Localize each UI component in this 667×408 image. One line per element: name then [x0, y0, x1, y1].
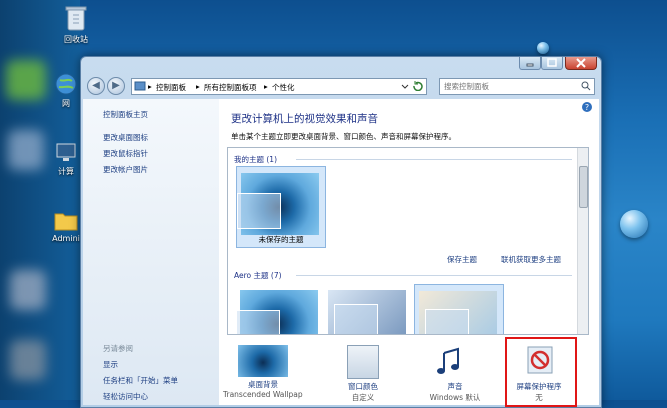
- breadcrumb-control-panel[interactable]: 控制面板: [156, 82, 186, 93]
- personalization-window: ◀ ▶ ▸ 控制面板 ▸ 所有控制面板项 ▸ 个性化 控制面板主页 更改桌面图标…: [80, 56, 602, 408]
- svg-text:?: ?: [585, 103, 589, 112]
- theme-unsaved[interactable]: 未保存的主题: [236, 166, 326, 248]
- taskbar-start-menu-link[interactable]: 任务栏和「开始」菜单: [103, 375, 178, 386]
- see-also-heading: 另请参阅: [103, 344, 133, 353]
- desktop-icon-label: 回收站: [64, 35, 88, 44]
- water-drop-decoration: [537, 42, 549, 54]
- display-link[interactable]: 显示: [103, 359, 118, 370]
- desktop-blur: [10, 340, 46, 380]
- setting-label: 窗口颜色: [348, 382, 378, 391]
- theme-settings-row: 桌面背景 Transcended Wallpaper 窗口颜色 自定义 声音 W…: [219, 335, 599, 407]
- theme-aero-2[interactable]: [324, 284, 412, 334]
- desktop-icon-label: 网: [62, 99, 70, 108]
- music-notes-icon: [437, 347, 459, 374]
- desktop-icon-computer[interactable]: 计算: [50, 142, 82, 177]
- aero-themes-label: Aero 主题 (7): [234, 271, 282, 280]
- ease-of-access-link[interactable]: 轻松访问中心: [103, 391, 148, 402]
- forward-arrow-icon: ▶: [112, 80, 120, 91]
- globe-icon: [55, 73, 77, 95]
- setting-value: Transcended Wallpaper: [223, 390, 303, 399]
- theme-glass-overlay: [237, 193, 281, 229]
- folder-icon: [54, 213, 78, 231]
- get-more-themes-link[interactable]: 联机获取更多主题: [501, 254, 561, 265]
- maximize-icon: [547, 58, 557, 67]
- title-bar[interactable]: [81, 57, 601, 70]
- minimize-icon: [526, 63, 534, 67]
- close-icon: [576, 58, 586, 68]
- window-color-setting[interactable]: 窗口颜色 自定义: [323, 345, 403, 403]
- theme-glass-overlay: [334, 304, 378, 334]
- back-arrow-icon: ◀: [92, 80, 100, 91]
- search-box[interactable]: [439, 78, 595, 95]
- help-icon[interactable]: ?: [581, 101, 593, 113]
- desktop-icon-label: 计算: [58, 167, 74, 176]
- refresh-icon[interactable]: [412, 81, 424, 91]
- my-themes-label: 我的主题 (1): [234, 155, 278, 164]
- theme-label: 未保存的主题: [258, 235, 304, 244]
- navigation-bar: ◀ ▶ ▸ 控制面板 ▸ 所有控制面板项 ▸ 个性化: [85, 75, 597, 97]
- change-account-picture-link[interactable]: 更改帐户图片: [103, 164, 148, 175]
- desktop-blur: [10, 270, 46, 310]
- change-desktop-icons-link[interactable]: 更改桌面图标: [103, 132, 148, 143]
- recycle-bin-icon: [65, 6, 87, 31]
- computer-icon: [56, 143, 76, 161]
- page-subtitle: 单击某个主题立即更改桌面背景、窗口颜色、声音和屏幕保护程序。: [231, 132, 456, 141]
- maximize-button[interactable]: [541, 57, 563, 70]
- setting-value: 自定义: [351, 393, 375, 402]
- desktop-background-preview: [238, 345, 288, 377]
- themes-list: 我的主题 (1) 未保存的主题 保存主题 联机获取更多主题 Aero 主题 (7…: [227, 147, 589, 335]
- desktop-icon-recycle-bin[interactable]: 回收站: [50, 4, 102, 45]
- breadcrumb-sep-icon: ▸: [264, 82, 268, 91]
- sounds-setting[interactable]: 声音 Windows 默认: [415, 345, 495, 403]
- setting-label: 桌面背景: [248, 380, 278, 389]
- desktop-icon-admin-folder[interactable]: Admini: [50, 210, 82, 243]
- group-divider: [296, 159, 572, 160]
- forward-button[interactable]: ▶: [107, 77, 125, 95]
- theme-glass-overlay: [236, 310, 280, 334]
- window-color-icon: [347, 345, 379, 379]
- control-panel-home-link[interactable]: 控制面板主页: [103, 109, 148, 120]
- breadcrumb-sep-icon: ▸: [148, 82, 152, 91]
- scrollbar-thumb[interactable]: [579, 166, 588, 208]
- screen-saver-highlight: [505, 337, 577, 407]
- main-content-pane: ? 更改计算机上的视觉效果和声音 单击某个主题立即更改桌面背景、窗口颜色、声音和…: [219, 99, 599, 407]
- desktop-icon-network[interactable]: 网: [50, 72, 82, 109]
- theme-aero-3[interactable]: [414, 284, 504, 334]
- left-navigation-pane: 控制面板主页 更改桌面图标 更改鼠标指针 更改帐户图片 另请参阅 显示 任务栏和…: [83, 99, 219, 405]
- page-title: 更改计算机上的视觉效果和声音: [231, 113, 378, 125]
- search-input[interactable]: [444, 81, 574, 91]
- dropdown-arrow-icon[interactable]: [400, 81, 410, 91]
- setting-label: 声音: [447, 382, 463, 391]
- address-bar[interactable]: ▸ 控制面板 ▸ 所有控制面板项 ▸ 个性化: [131, 78, 427, 95]
- theme-glass-overlay: [425, 309, 469, 334]
- minimize-button[interactable]: [519, 57, 541, 70]
- breadcrumb-personalization[interactable]: 个性化: [272, 82, 295, 93]
- theme-aero-1[interactable]: [236, 284, 324, 334]
- desktop-blur: [8, 130, 44, 170]
- themes-scrollbar[interactable]: [577, 148, 588, 334]
- save-theme-link[interactable]: 保存主题: [447, 254, 477, 265]
- change-mouse-pointers-link[interactable]: 更改鼠标指针: [103, 148, 148, 159]
- breadcrumb-sep-icon: ▸: [196, 82, 200, 91]
- group-divider: [296, 275, 572, 276]
- back-button[interactable]: ◀: [87, 77, 105, 95]
- desktop-blur: [6, 60, 46, 100]
- desktop-background-setting[interactable]: 桌面背景 Transcended Wallpaper: [223, 345, 303, 399]
- breadcrumb-all-items[interactable]: 所有控制面板项: [204, 82, 257, 93]
- search-icon[interactable]: [581, 81, 591, 91]
- water-drop-decoration: [620, 210, 648, 238]
- desktop-icon-label: Admini: [52, 234, 80, 243]
- close-button[interactable]: [565, 57, 597, 70]
- setting-value: Windows 默认: [429, 393, 481, 402]
- control-panel-icon: [134, 81, 146, 91]
